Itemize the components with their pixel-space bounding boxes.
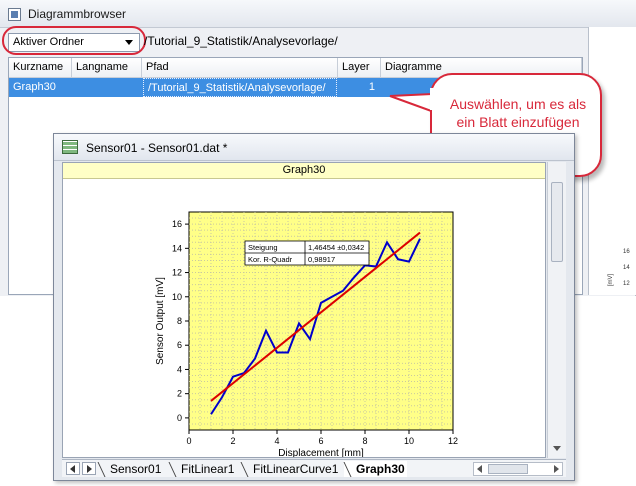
y-tick-label: 10 [172, 292, 182, 302]
cell-layer: 1 [368, 81, 375, 93]
x-tick-label: 0 [186, 436, 191, 446]
cell-kurzname: Graph30 [13, 81, 56, 93]
worksheet-icon [62, 140, 78, 154]
arrow-left-icon [70, 465, 75, 473]
x-axis-label: Displacement [mm] [278, 448, 364, 457]
x-tick-label: 4 [274, 436, 279, 446]
tab-scroll-right-button[interactable] [82, 462, 96, 475]
x-tick-label: 6 [318, 436, 323, 446]
scroll-right-icon[interactable] [554, 465, 559, 473]
scroll-thumb[interactable] [551, 182, 563, 262]
preview-tick-label: 12 [623, 281, 630, 287]
folder-select-highlight [2, 26, 146, 55]
tab-graph30[interactable]: Graph30 [344, 461, 407, 477]
x-tick-label: 12 [448, 436, 458, 446]
fit-result-label: Steigung [248, 243, 278, 252]
horizontal-scrollbar[interactable] [473, 462, 563, 476]
callout-joint [430, 88, 438, 110]
preview-tick-label: 14 [623, 265, 630, 271]
tab-fitlinear1[interactable]: FitLinear1 [169, 461, 236, 477]
x-tick-label: 8 [362, 436, 367, 446]
preview-axis-label: [mV] [608, 273, 615, 287]
workbook-window: Sensor01 - Sensor01.dat * Graph30 0 2 4 6 8 1… [53, 133, 575, 481]
y-tick-label: 12 [172, 268, 182, 278]
workbook-title: Sensor01 - Sensor01.dat * [86, 141, 228, 155]
y-tick-label: 6 [177, 340, 182, 350]
column-header-layer[interactable]: Layer [338, 58, 381, 78]
y-tick-label: 4 [177, 364, 182, 374]
column-header-pfad[interactable]: Pfad [142, 58, 338, 78]
tab-fitlinearcurve1[interactable]: FitLinearCurve1 [241, 461, 340, 477]
cell-pfad: /Tutorial_9_Statistik/Analysevorlage/ [143, 78, 337, 97]
fit-result-label: Kor. R-Quadr [248, 255, 293, 264]
browser-title: Diagrammbrowser [28, 7, 127, 21]
y-tick-label: 0 [177, 413, 182, 423]
tab-sensor01[interactable]: Sensor01 [98, 461, 163, 477]
preview-tick-label: 16 [623, 249, 630, 255]
fit-result-value: 1,46454 ±0,0342 [308, 243, 364, 252]
y-tick-label: 2 [177, 389, 182, 399]
scroll-down-icon[interactable] [553, 446, 561, 451]
graph-sheet-title: Graph30 [63, 163, 545, 179]
workbook-titlebar: Sensor01 - Sensor01.dat * [54, 134, 574, 161]
x-tick-label: 2 [230, 436, 235, 446]
fit-result-value: 0,98917 [308, 255, 335, 264]
x-tick-label: 10 [404, 436, 414, 446]
browser-window-icon [8, 8, 21, 21]
graph-plot[interactable]: 0 2 4 6 8 10 12 0 2 4 6 8 10 12 14 16 Displacement [mm] S… [63, 179, 545, 457]
column-header-kurzname[interactable]: Kurzname [9, 58, 72, 78]
y-axis-label: Sensor Output [mV] [155, 277, 166, 365]
tab-scroll-left-button[interactable] [66, 462, 80, 475]
y-tick-label: 14 [172, 243, 182, 253]
vertical-scrollbar[interactable] [547, 162, 566, 458]
folder-path: /Tutorial_9_Statistik/Analysevorlage/ [144, 34, 338, 48]
y-tick-label: 16 [172, 219, 182, 229]
y-tick-label: 8 [177, 316, 182, 326]
column-header-langname[interactable]: Langname [72, 58, 142, 78]
sheet-tab-bar: Sensor01 FitLinear1 FitLinearCurve1 Grap… [62, 459, 566, 477]
scroll-thumb[interactable] [488, 464, 528, 474]
browser-titlebar: Diagrammbrowser [0, 0, 636, 28]
arrow-right-icon [87, 465, 92, 473]
scroll-left-icon[interactable] [477, 465, 482, 473]
graph-sheet: Graph30 0 2 4 6 8 10 12 0 2 4 6 8 10 12 14 16 Displaceme… [62, 162, 546, 458]
callout-text: Auswählen, um es als ein Blatt einzufüge… [449, 96, 587, 130]
cell-langname [72, 78, 142, 97]
